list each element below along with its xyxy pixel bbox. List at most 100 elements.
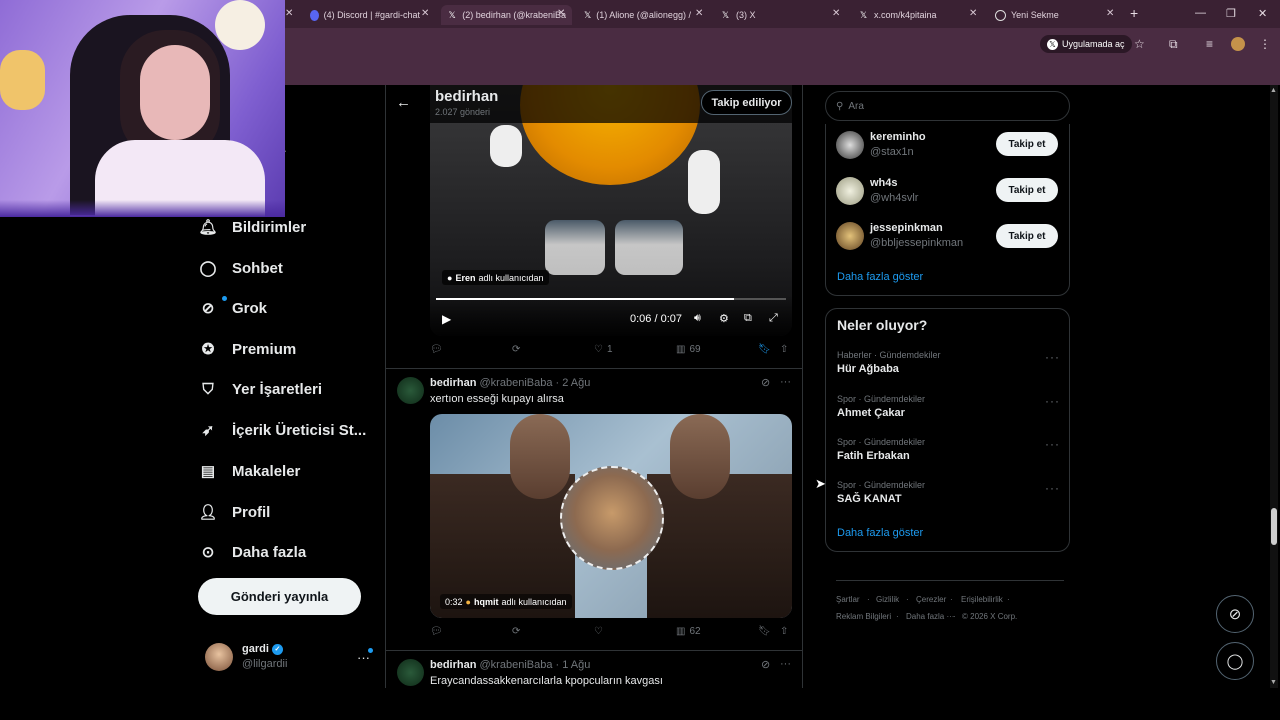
menu-icon[interactable]: ⋮ xyxy=(1259,37,1271,51)
sidebar-item-grok[interactable]: ⊘ Grok xyxy=(198,298,267,318)
tab-alione[interactable]: 𝕏 (1) Alione (@alionegg) / X xyxy=(584,5,692,25)
footer-link[interactable]: Erişilebilirlik xyxy=(961,595,1003,604)
share-icon[interactable]: ⇧ xyxy=(780,626,788,637)
tab-close-icon[interactable]: ✕ xyxy=(969,8,977,19)
footer-link[interactable]: Gizlilik xyxy=(876,595,899,604)
post-author-handle[interactable]: @krabeniBaba xyxy=(480,659,553,671)
webcam-face xyxy=(140,45,210,140)
post-button[interactable]: Gönderi yayınla xyxy=(198,578,361,615)
sidebar-item-creator-studio[interactable]: ➶ İçerik Üreticisi St... xyxy=(198,420,367,440)
close-window-icon[interactable]: ✕ xyxy=(1258,7,1267,20)
post-avatar[interactable] xyxy=(397,377,424,404)
share-icon[interactable]: ⇧ xyxy=(780,344,788,355)
bookmark-icon[interactable]: 🔖︎ xyxy=(758,626,771,637)
trend-more-icon[interactable]: ··· xyxy=(1045,350,1060,364)
messages-fab-icon[interactable]: ◯ xyxy=(1216,642,1254,680)
tab-close-icon[interactable]: ✕ xyxy=(832,8,840,19)
follow-button[interactable]: Takip et xyxy=(996,224,1058,248)
sidebar-item-articles[interactable]: ▤ Makaleler xyxy=(198,461,300,481)
footer-link[interactable]: Çerezler xyxy=(916,595,946,604)
reply-icon[interactable]: 💬︎ xyxy=(430,344,443,355)
post-video[interactable]: 0:32 ● hqmit adlı kullanıcıdan xyxy=(430,414,792,618)
trend-item[interactable]: Hür Ağbaba xyxy=(837,363,899,375)
grok-icon[interactable]: ⊘ xyxy=(761,658,770,671)
new-tab-icon[interactable]: + xyxy=(1130,5,1138,21)
trend-item[interactable]: SAĞ KANAT xyxy=(837,493,902,505)
grok-icon[interactable]: ⊘ xyxy=(761,376,770,389)
trend-item[interactable]: Ahmet Çakar xyxy=(837,407,905,419)
sidebar-item-bookmarks[interactable]: ⛉ Yer İşaretleri xyxy=(198,379,322,399)
views-button[interactable]: ▥ 62 xyxy=(676,626,701,637)
account-name[interactable]: gardi ✓ xyxy=(242,643,283,655)
extensions-icon[interactable]: ⧉ xyxy=(1169,37,1178,52)
trend-more-icon[interactable]: ··· xyxy=(1045,437,1060,451)
repost-icon[interactable]: ⟳ xyxy=(512,626,520,637)
settings-icon[interactable]: ⚙ xyxy=(719,312,729,325)
restore-icon[interactable]: ❐ xyxy=(1226,7,1236,20)
tab-close-icon[interactable]: ✕ xyxy=(421,8,429,19)
trend-item[interactable]: Fatih Erbakan xyxy=(837,450,910,462)
play-icon[interactable]: ▶ xyxy=(442,312,451,326)
fullscreen-icon[interactable]: ⤢ xyxy=(769,312,778,325)
scroll-up-icon[interactable]: ▲ xyxy=(1270,87,1277,94)
tab-k4pitaina[interactable]: 𝕏 x.com/k4pitaina xyxy=(858,5,958,25)
reply-icon[interactable]: 💬︎ xyxy=(430,626,443,637)
pip-icon[interactable]: ⧉ xyxy=(744,312,752,325)
search-input[interactable]: ⚲ Ara xyxy=(825,91,1070,121)
grok-fab-icon[interactable]: ⊘ xyxy=(1216,595,1254,633)
video-credit[interactable]: 0:32 ● hqmit adlı kullanıcıdan xyxy=(440,594,572,609)
trend-more-icon[interactable]: ··· xyxy=(1045,481,1060,495)
post-more-icon[interactable]: ··· xyxy=(780,376,791,388)
back-arrow-icon[interactable]: ← xyxy=(396,94,411,111)
sidebar-item-notifications[interactable]: 🔔︎ Bildirimler xyxy=(198,217,306,237)
bookmark-filled-icon[interactable]: 🔖︎ xyxy=(758,344,771,355)
footer-link[interactable]: Şartlar xyxy=(836,595,860,604)
credit-user: hqmit xyxy=(473,596,499,607)
video-progress[interactable] xyxy=(436,298,786,300)
post-more-icon[interactable]: ··· xyxy=(780,658,791,670)
following-button[interactable]: Takip ediliyor xyxy=(701,90,792,115)
media-icon[interactable]: ≡ xyxy=(1206,37,1213,51)
tab-discord[interactable]: (4) Discord | #gardi-chat xyxy=(310,5,420,25)
x-logo-icon: 𝕏 xyxy=(1047,38,1058,50)
tab-close-icon[interactable]: ✕ xyxy=(557,8,565,19)
show-more-link[interactable]: Daha fazla göster xyxy=(837,527,923,539)
tab-close-icon[interactable]: ✕ xyxy=(285,8,293,19)
profile-avatar[interactable] xyxy=(1231,37,1245,51)
tab-close-icon[interactable]: ✕ xyxy=(1106,8,1114,19)
sidebar-item-profile[interactable]: 👤︎ Profil xyxy=(198,502,270,522)
tab-close-icon[interactable]: ✕ xyxy=(695,8,703,19)
post-avatar[interactable] xyxy=(397,659,424,686)
post-author-name[interactable]: bedirhan xyxy=(430,377,476,389)
sidebar-item-premium[interactable]: ✪ Premium xyxy=(198,339,297,359)
tab-new[interactable]: Yeni Sekme xyxy=(995,5,1085,25)
footer-link[interactable]: Reklam Bilgileri xyxy=(836,612,891,621)
footer-more-link[interactable]: Daha fazla ··· xyxy=(906,612,954,621)
scrollbar-thumb[interactable] xyxy=(1271,508,1277,545)
follow-button[interactable]: Takip et xyxy=(996,132,1058,156)
tab-bedirhan[interactable]: 𝕏 (2) bedirhan (@krabeniBa xyxy=(441,5,572,25)
post-date[interactable]: · 2 Ağu xyxy=(556,377,591,389)
user-icon: ● xyxy=(465,596,471,607)
like-button[interactable]: ♡ 1 xyxy=(594,344,613,355)
sidebar-item-chat[interactable]: ◯ Sohbet xyxy=(198,258,283,278)
views-button[interactable]: ▥ 69 xyxy=(676,344,701,355)
page-scrollbar[interactable] xyxy=(1270,85,1278,688)
minimize-icon[interactable]: — xyxy=(1195,7,1206,19)
volume-icon[interactable]: 🔊︎ xyxy=(694,312,701,325)
heart-icon[interactable]: ♡ xyxy=(594,626,603,637)
trend-more-icon[interactable]: ··· xyxy=(1045,394,1060,408)
account-avatar[interactable] xyxy=(205,643,233,671)
repost-icon[interactable]: ⟳ xyxy=(512,344,520,355)
follow-button[interactable]: Takip et xyxy=(996,178,1058,202)
sidebar-item-more[interactable]: ⊙ Daha fazla xyxy=(198,542,307,562)
star-icon[interactable]: ☆ xyxy=(1134,37,1145,51)
show-more-link[interactable]: Daha fazla göster xyxy=(837,271,923,283)
tab-x[interactable]: 𝕏 (3) X xyxy=(720,5,780,25)
video-credit[interactable]: ● Eren adlı kullanıcıdan xyxy=(442,270,549,285)
post-author-name[interactable]: bedirhan xyxy=(430,659,476,671)
post-author-handle[interactable]: @krabeniBaba xyxy=(480,377,553,389)
scroll-down-icon[interactable]: ▼ xyxy=(1270,679,1277,686)
post-date[interactable]: · 1 Ağu xyxy=(556,659,591,671)
open-in-app-button[interactable]: 𝕏 Uygulamada aç xyxy=(1040,35,1132,53)
